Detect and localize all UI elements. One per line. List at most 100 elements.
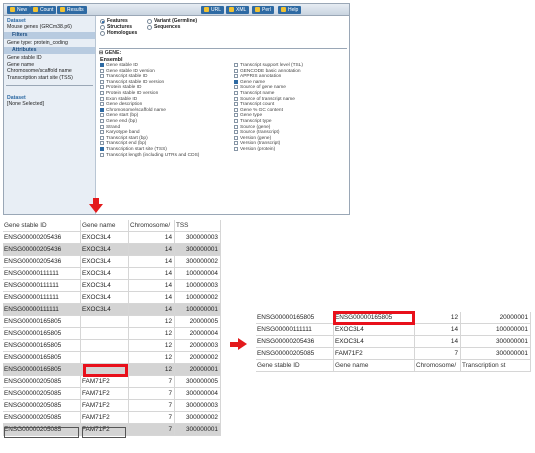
- table-row[interactable]: ENSG00000111111 EXOC3L4 14 100000004: [3, 268, 221, 280]
- attribute-checkbox[interactable]: [234, 74, 238, 79]
- attribute-option[interactable]: Transcript name: [234, 91, 274, 96]
- radio-variant[interactable]: [147, 19, 152, 24]
- attribute-checkbox[interactable]: [234, 119, 238, 123]
- dataset-heading[interactable]: Dataset: [4, 16, 95, 24]
- column-header[interactable]: TSS: [175, 220, 221, 232]
- table-row[interactable]: ENSG00000111111 EXOC3L4 14 100000001: [3, 304, 221, 316]
- radio-features[interactable]: [100, 19, 105, 24]
- attribute-option[interactable]: Version (protein): [234, 147, 275, 152]
- attribute-option[interactable]: Transcript support level (TSL): [234, 63, 303, 68]
- radio-sequences[interactable]: [147, 25, 152, 30]
- attribute-checkbox[interactable]: [100, 124, 104, 129]
- table-row[interactable]: ENSG00000205085 FAM71F2 7 300000005: [3, 376, 221, 388]
- attribute-option[interactable]: Protein stable ID: [100, 85, 141, 90]
- attribute-checkbox[interactable]: [100, 74, 104, 79]
- attribute-option[interactable]: Karyotype band: [100, 130, 140, 135]
- xml-button[interactable]: XML: [226, 6, 250, 14]
- radio-homologues[interactable]: [100, 31, 105, 36]
- attribute-option[interactable]: Gene type: [234, 113, 262, 118]
- attribute-option[interactable]: GENCODE basic annotation: [234, 68, 301, 74]
- table-row[interactable]: ENSG00000165805 12 20000003: [3, 340, 221, 352]
- table-row[interactable]: ENSG00000111111 EXOC3L4 14 100000001: [256, 324, 531, 336]
- attribute-checkbox[interactable]: [234, 96, 238, 101]
- table-row[interactable]: ENSG00000111111 EXOC3L4 14 100000003: [3, 280, 221, 292]
- attribute-option[interactable]: Version (transcript): [234, 141, 280, 146]
- table-row[interactable]: ENSG00000205436 EXOC3L4 14 300000001: [3, 244, 221, 256]
- attribute-checkbox[interactable]: [100, 135, 104, 140]
- attribute-option[interactable]: Gene start (bp): [100, 113, 138, 118]
- attribute-checkbox[interactable]: [100, 107, 104, 112]
- attribute-option[interactable]: Gene stable ID version: [100, 68, 155, 74]
- column-header[interactable]: Chromosome/: [415, 360, 461, 372]
- attribute-checkbox[interactable]: [234, 107, 238, 112]
- attribute-checkbox[interactable]: [234, 147, 238, 151]
- attribute-checkbox[interactable]: [234, 141, 238, 146]
- column-header[interactable]: Gene name: [81, 220, 129, 232]
- attribute-option[interactable]: Transcript stable ID: [100, 74, 147, 79]
- attribute-checkbox[interactable]: [234, 85, 238, 90]
- attribute-option[interactable]: Transcript count: [234, 102, 274, 107]
- table-row[interactable]: ENSG00000205085 FAM71F2 7 300000004: [3, 388, 221, 400]
- results-button[interactable]: Results: [57, 6, 87, 14]
- column-header[interactable]: Transcription st: [461, 360, 531, 372]
- attribute-checkbox[interactable]: [100, 147, 104, 151]
- table-row[interactable]: ENSG00000205436 EXOC3L4 14 300000002: [3, 256, 221, 268]
- attribute-option[interactable]: Transcript type: [234, 119, 272, 124]
- count-button[interactable]: Count: [30, 6, 57, 14]
- new-button[interactable]: New: [7, 6, 31, 14]
- attribute-checkbox[interactable]: [234, 79, 238, 84]
- attribute-checkbox[interactable]: [100, 152, 104, 157]
- attribute-option[interactable]: Source (gene): [234, 124, 270, 130]
- table-row[interactable]: ENSG00000205436 EXOC3L4 14 300000001: [256, 336, 531, 348]
- attribute-option[interactable]: Gene end (bp): [100, 119, 137, 124]
- attribute-checkbox[interactable]: [100, 119, 104, 123]
- attribute-checkbox[interactable]: [100, 79, 104, 84]
- attribute-checkbox[interactable]: [234, 91, 238, 95]
- table-row[interactable]: ENSG00000111111 EXOC3L4 14 100000002: [3, 292, 221, 304]
- attribute-checkbox[interactable]: [100, 91, 104, 95]
- radio-structures[interactable]: [100, 25, 105, 30]
- table-row[interactable]: ENSG00000205085 FAM71F2 7 300000003: [3, 400, 221, 412]
- attribute-checkbox[interactable]: [234, 124, 238, 129]
- attribute-option[interactable]: Transcript length (including UTRs and CD…: [100, 152, 199, 158]
- table-row[interactable]: ENSG00000165805 12 20000005: [3, 316, 221, 328]
- column-header[interactable]: Chromosome/: [129, 220, 175, 232]
- attribute-checkbox[interactable]: [100, 85, 104, 90]
- attribute-option[interactable]: Gene stable ID: [100, 63, 138, 68]
- attribute-checkbox[interactable]: [100, 63, 104, 67]
- attribute-option[interactable]: Gene description: [100, 102, 142, 107]
- attribute-checkbox[interactable]: [100, 130, 104, 135]
- attribute-checkbox[interactable]: [100, 113, 104, 118]
- attribute-checkbox[interactable]: [234, 68, 238, 73]
- perl-button[interactable]: Perl: [252, 6, 274, 14]
- attribute-checkbox[interactable]: [234, 113, 238, 118]
- column-header[interactable]: Gene stable ID: [256, 360, 334, 372]
- gene-section-header[interactable]: ⊟ GENE:: [99, 48, 347, 56]
- column-header[interactable]: Gene name: [334, 360, 415, 372]
- attribute-option[interactable]: Exon stable ID: [100, 96, 137, 102]
- attribute-option[interactable]: Transcript end (bp): [100, 141, 146, 146]
- column-header[interactable]: Gene stable ID: [3, 220, 81, 232]
- attribute-option[interactable]: Source of transcript name: [234, 96, 295, 102]
- attribute-checkbox[interactable]: [100, 68, 104, 73]
- attribute-checkbox[interactable]: [234, 130, 238, 135]
- attribute-checkbox[interactable]: [234, 135, 238, 140]
- help-button[interactable]: Help: [278, 6, 302, 14]
- attribute-option[interactable]: APPRIS annotation: [234, 74, 281, 79]
- attribute-option[interactable]: Source of gene name: [234, 85, 286, 90]
- attribute-option[interactable]: Protein stable ID version: [100, 91, 158, 96]
- table-row[interactable]: ENSG00000165805 12 20000002: [3, 352, 221, 364]
- url-button[interactable]: URL: [201, 6, 225, 14]
- attribute-checkbox[interactable]: [234, 63, 238, 67]
- attribute-checkbox[interactable]: [100, 141, 104, 146]
- dataset2-heading[interactable]: Dataset: [4, 89, 95, 101]
- attribute-option[interactable]: Strand: [100, 124, 120, 130]
- table-row[interactable]: ENSG00000205085 FAM71F2 7 300000002: [3, 412, 221, 424]
- table-row[interactable]: ENSG00000205436 EXOC3L4 14 300000003: [3, 232, 221, 244]
- attributes-heading[interactable]: Attributes: [4, 47, 95, 55]
- attribute-option[interactable]: Source (transcript): [234, 130, 279, 135]
- table-row[interactable]: ENSG00000205085 FAM71F2 7 300000001: [256, 348, 531, 360]
- table-row[interactable]: ENSG00000165805 12 20000004: [3, 328, 221, 340]
- attribute-checkbox[interactable]: [234, 102, 238, 107]
- attribute-option[interactable]: Transcription start site (TSS): [100, 147, 167, 152]
